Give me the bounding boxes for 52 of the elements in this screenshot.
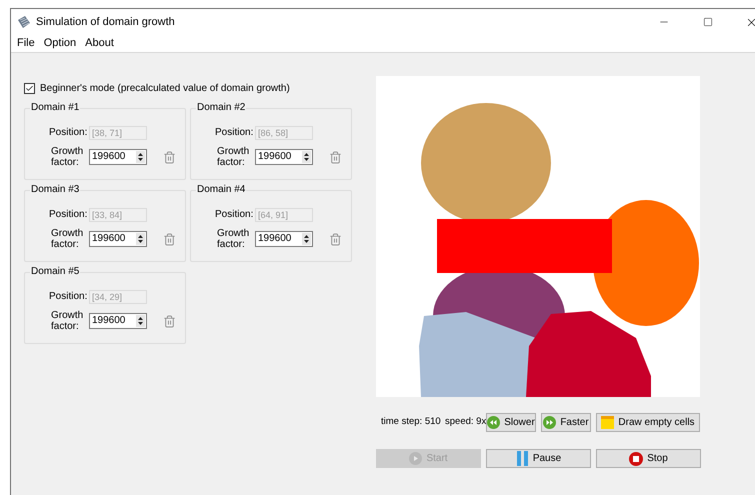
position-label: Position: <box>215 209 251 221</box>
time-step-text: time step: 510 <box>381 415 442 430</box>
trash-icon[interactable] <box>329 232 342 246</box>
trash-icon[interactable] <box>163 232 176 246</box>
growth-factor-spinbox[interactable]: 199600 <box>89 313 147 329</box>
growth-factor-label: Growth factor: <box>216 228 250 250</box>
trash-icon[interactable] <box>163 150 176 164</box>
growth-factor-label: Growth factor: <box>216 146 250 168</box>
position-label: Position: <box>215 127 251 139</box>
position-label: Position: <box>49 209 85 221</box>
checkbox-label: Beginner's mode (precalculated value of domain growth) <box>40 82 290 96</box>
position-field: [33, 84] <box>89 208 147 222</box>
fast-forward-icon <box>543 416 556 429</box>
growth-factor-label: Growth factor: <box>50 228 84 250</box>
position-field: [64, 91] <box>255 208 313 222</box>
check-icon <box>25 84 34 93</box>
growth-factor-spinbox[interactable]: 199600 <box>255 231 313 247</box>
trash-icon[interactable] <box>163 314 176 328</box>
position-field: [38, 71] <box>89 126 147 140</box>
menu-item[interactable]: Option <box>44 35 76 52</box>
pause-icon <box>516 451 529 466</box>
growth-factor-spinbox[interactable]: 199600 <box>255 149 313 165</box>
position-label: Position: <box>49 291 85 303</box>
growth-factor-label: Growth factor: <box>50 146 84 168</box>
spin-arrows-icon <box>302 151 311 163</box>
growth-factor-spinbox[interactable]: 199600 <box>89 231 147 247</box>
spin-arrows-icon <box>136 151 145 163</box>
spin-arrows-icon <box>136 233 145 245</box>
trash-icon[interactable] <box>329 150 342 164</box>
growth-factor-label: Growth factor: <box>50 310 84 332</box>
menu-item[interactable]: About <box>85 35 114 52</box>
app-icon <box>17 15 31 29</box>
stop-icon <box>629 452 644 466</box>
window-title: Simulation of domain growth <box>36 14 175 30</box>
maximize-button[interactable] <box>703 17 713 27</box>
button[interactable]: Stop <box>596 449 701 468</box>
sticky-note-icon <box>601 416 614 429</box>
position-field: [86, 58] <box>255 126 313 140</box>
rewind-icon <box>487 416 500 429</box>
growth-factor-spinbox[interactable]: 199600 <box>89 149 147 165</box>
spin-arrows-icon <box>136 315 145 327</box>
speed-text: speed: 9x <box>445 415 486 430</box>
menu-item[interactable]: File <box>17 35 35 52</box>
position-field: [34, 29] <box>89 290 147 304</box>
spin-arrows-icon <box>302 233 311 245</box>
play-icon <box>409 452 422 465</box>
button[interactable]: Draw empty cells <box>596 413 700 432</box>
checkbox[interactable] <box>24 83 35 94</box>
position-label: Position: <box>49 127 85 139</box>
button[interactable]: Faster <box>541 413 591 432</box>
button[interactable]: Pause <box>486 449 591 468</box>
button[interactable]: Slower <box>486 413 536 432</box>
